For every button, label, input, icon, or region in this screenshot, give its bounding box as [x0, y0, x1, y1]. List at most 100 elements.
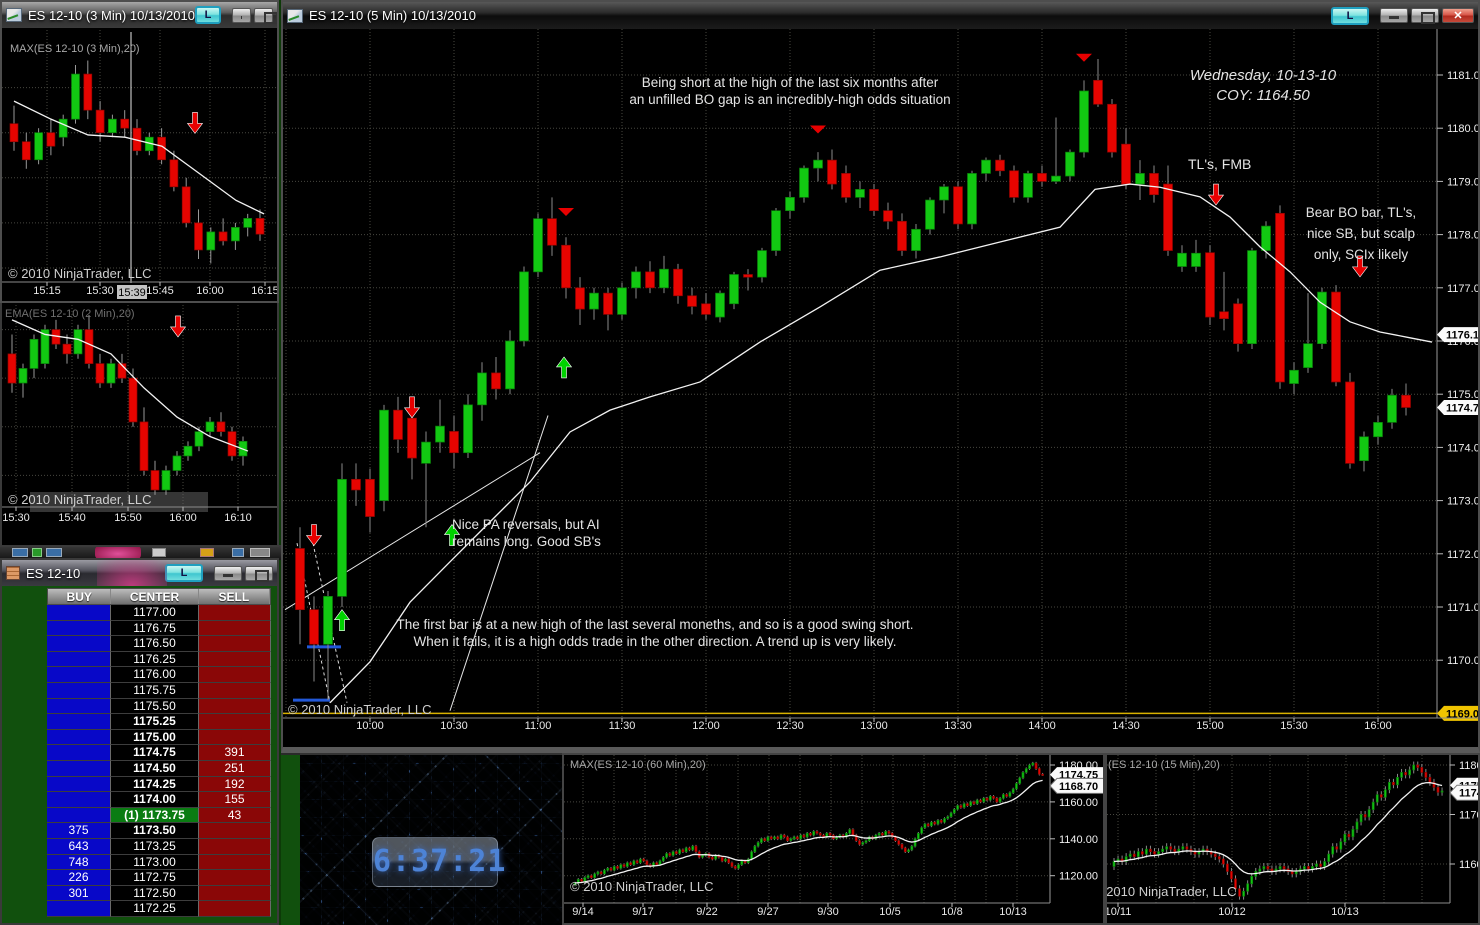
- buy-cell[interactable]: [47, 652, 111, 668]
- buy-cell[interactable]: [47, 621, 111, 637]
- buy-cell[interactable]: [47, 761, 111, 777]
- chart-window-5min[interactable]: ES 12-10 (5 Min) 10/13/2010 L 1181.00118…: [281, 0, 1480, 753]
- sell-cell[interactable]: [199, 901, 271, 917]
- price-cell[interactable]: 1173.00: [111, 855, 199, 871]
- current-price-cell[interactable]: (1) 1173.75: [111, 808, 199, 824]
- candlestick-chart-2min[interactable]: 15:3015:4015:5016:0016:10EMA(ES 12-10 (2…: [2, 303, 277, 545]
- price-ladder[interactable]: BUYCENTERSELL 1177.001176.751176.501176.…: [47, 588, 271, 917]
- buy-cell[interactable]: [47, 699, 111, 715]
- buy-cell[interactable]: [47, 667, 111, 683]
- price-cell[interactable]: 1175.25: [111, 714, 199, 730]
- sell-cell[interactable]: [199, 855, 271, 871]
- buy-cell[interactable]: 748: [47, 855, 111, 871]
- price-cell[interactable]: 1174.00: [111, 792, 199, 808]
- sell-cell[interactable]: [199, 730, 271, 746]
- price-cell[interactable]: 1174.75: [111, 745, 199, 761]
- sell-cell[interactable]: [199, 621, 271, 637]
- price-cell[interactable]: 1172.75: [111, 870, 199, 886]
- ladder-row: 1177.00: [47, 605, 271, 621]
- svg-text:9/22: 9/22: [696, 906, 717, 918]
- buy-cell[interactable]: 643: [47, 839, 111, 855]
- titlebar-dom[interactable]: ES 12-10 L: [2, 560, 277, 586]
- svg-text:1181.00: 1181.00: [1447, 70, 1478, 82]
- sell-cell[interactable]: [199, 839, 271, 855]
- buy-cell[interactable]: [47, 636, 111, 652]
- svg-text:1120.00: 1120.00: [1059, 871, 1098, 883]
- sell-cell[interactable]: [199, 652, 271, 668]
- candlestick-chart-5min[interactable]: 1181.001180.001179.001178.001177.001176.…: [283, 29, 1478, 749]
- svg-text:only, SCIx likely: only, SCIx likely: [1314, 247, 1409, 262]
- svg-text:16:00: 16:00: [196, 285, 224, 297]
- buy-cell[interactable]: [47, 605, 111, 621]
- buy-cell[interactable]: [47, 745, 111, 761]
- price-cell[interactable]: 1177.00: [111, 605, 199, 621]
- maximize-button[interactable]: [245, 566, 273, 581]
- buy-cell[interactable]: [47, 730, 111, 746]
- svg-text:10/12: 10/12: [1218, 906, 1246, 918]
- ladder-column-header: CENTER: [111, 589, 198, 604]
- price-cell[interactable]: 1173.25: [111, 839, 199, 855]
- price-cell[interactable]: 1176.25: [111, 652, 199, 668]
- price-cell[interactable]: 1175.75: [111, 683, 199, 699]
- clock-gadget[interactable]: 6:37:21: [372, 837, 498, 887]
- minimize-button[interactable]: [1380, 8, 1408, 23]
- sell-cell[interactable]: [199, 667, 271, 683]
- sell-cell[interactable]: [199, 886, 271, 902]
- sell-cell[interactable]: 251: [199, 761, 271, 777]
- price-cell[interactable]: 1172.25: [111, 901, 199, 917]
- candlestick-chart-3min[interactable]: 15:1515:3015:4516:0016:1515:39MAX(ES 12-…: [2, 28, 277, 303]
- svg-text:9/17: 9/17: [632, 906, 653, 918]
- buy-cell[interactable]: [47, 901, 111, 917]
- price-cell[interactable]: 1172.50: [111, 886, 199, 902]
- svg-text:15:30: 15:30: [1280, 720, 1308, 732]
- price-cell[interactable]: 1174.50: [111, 761, 199, 777]
- sell-cell[interactable]: [199, 823, 271, 839]
- minimize-button[interactable]: [232, 8, 251, 23]
- titlebar-3min[interactable]: ES 12-10 (3 Min) 10/13/2010 L: [2, 2, 277, 28]
- candlestick-chart-60min[interactable]: 1180.001160.001140.001120.001174.751168.…: [564, 755, 1103, 923]
- price-cell[interactable]: 1174.25: [111, 777, 199, 793]
- minimize-button[interactable]: [214, 566, 242, 581]
- sell-cell[interactable]: 391: [199, 745, 271, 761]
- svg-text:13:30: 13:30: [944, 720, 972, 732]
- close-button[interactable]: [1442, 8, 1474, 23]
- sell-cell[interactable]: 155: [199, 792, 271, 808]
- maximize-button[interactable]: [1411, 8, 1439, 23]
- candlestick-chart-15min[interactable]: 1180.001170.001160.001175117410/1110/121…: [1107, 755, 1478, 923]
- price-cell[interactable]: 1175.50: [111, 699, 199, 715]
- maximize-button[interactable]: [254, 8, 273, 23]
- buy-cell[interactable]: [47, 714, 111, 730]
- buy-cell[interactable]: [47, 777, 111, 793]
- price-cell[interactable]: 1176.75: [111, 621, 199, 637]
- price-cell[interactable]: 1176.00: [111, 667, 199, 683]
- buy-cell[interactable]: [47, 808, 111, 824]
- sell-cell[interactable]: [199, 870, 271, 886]
- chart-window-15min[interactable]: 1180.001170.001160.001175117410/1110/121…: [1105, 753, 1480, 925]
- sell-cell[interactable]: [199, 714, 271, 730]
- buy-cell[interactable]: 226: [47, 870, 111, 886]
- chart-window-2min[interactable]: 15:3015:4015:5016:0016:10EMA(ES 12-10 (2…: [0, 301, 279, 547]
- price-cell[interactable]: 1176.50: [111, 636, 199, 652]
- svg-text:1172.00: 1172.00: [1447, 549, 1478, 561]
- sell-cell[interactable]: [199, 683, 271, 699]
- buy-cell[interactable]: [47, 792, 111, 808]
- sell-cell[interactable]: [199, 636, 271, 652]
- titlebar-5min[interactable]: ES 12-10 (5 Min) 10/13/2010 L: [283, 2, 1478, 29]
- link-button[interactable]: L: [165, 564, 203, 582]
- svg-text:1176.12: 1176.12: [1446, 330, 1478, 342]
- chart-window-3min[interactable]: ES 12-10 (3 Min) 10/13/2010 L 15:1515:30…: [0, 0, 279, 303]
- sell-cell[interactable]: 43: [199, 808, 271, 824]
- link-button[interactable]: L: [1331, 7, 1369, 25]
- buy-cell[interactable]: 375: [47, 823, 111, 839]
- sell-cell[interactable]: 192: [199, 777, 271, 793]
- buy-cell[interactable]: [47, 683, 111, 699]
- dom-window[interactable]: ES 12-10 L BUYCENTERSELL 1177.001176.751…: [0, 558, 279, 925]
- chart-window-60min[interactable]: 1180.001160.001140.001120.001174.751168.…: [562, 753, 1105, 925]
- link-button[interactable]: L: [195, 6, 221, 24]
- buy-cell[interactable]: 301: [47, 886, 111, 902]
- sell-cell[interactable]: [199, 605, 271, 621]
- ladder-column-header: BUY: [48, 589, 111, 604]
- sell-cell[interactable]: [199, 699, 271, 715]
- price-cell[interactable]: 1175.00: [111, 730, 199, 746]
- price-cell[interactable]: 1173.50: [111, 823, 199, 839]
